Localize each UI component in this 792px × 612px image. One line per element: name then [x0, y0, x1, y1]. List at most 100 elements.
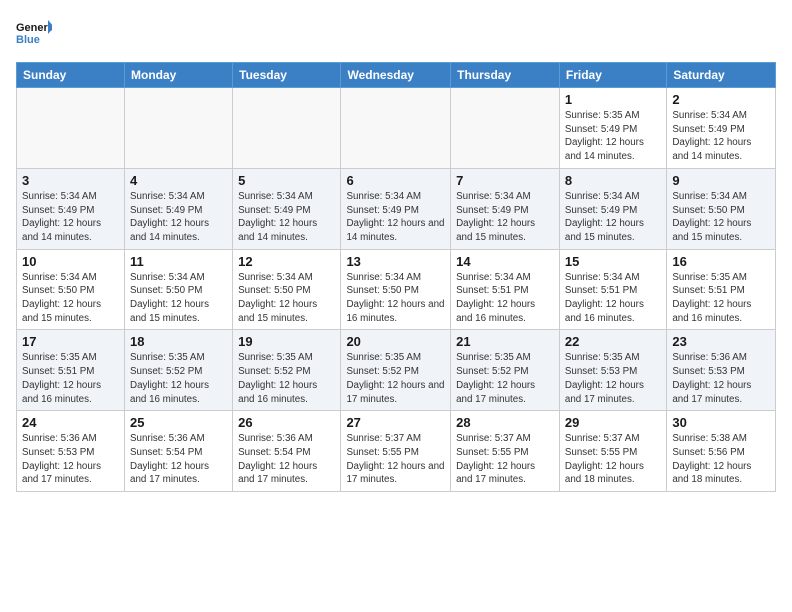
calendar-cell — [341, 88, 451, 169]
day-number: 20 — [346, 334, 445, 349]
calendar-cell: 29 Sunrise: 5:37 AMSunset: 5:55 PMDayligh… — [559, 411, 666, 492]
day-number: 13 — [346, 254, 445, 269]
calendar-cell: 5 Sunrise: 5:34 AMSunset: 5:49 PMDaylight… — [233, 168, 341, 249]
calendar-cell: 9Sunrise: 5:34 AMSunset: 5:50 PMDaylight… — [667, 168, 776, 249]
day-info: Sunrise: 5:34 AMSunset: 5:49 PMDaylight:… — [672, 109, 770, 164]
day-info: Sunrise: 5:35 AMSunset: 5:51 PMDaylight:… — [672, 271, 770, 326]
day-number: 8 — [565, 173, 661, 188]
day-info: Sunrise: 5:34 AMSunset: 5:50 PMDaylight:… — [346, 271, 445, 326]
calendar-week-row: 3 Sunrise: 5:34 AMSunset: 5:49 PMDaylight… — [17, 168, 776, 249]
day-info: Sunrise: 5:35 AMSunset: 5:53 PMDaylight:… — [565, 351, 661, 406]
day-info: Sunrise: 5:34 AMSunset: 5:50 PMDaylight:… — [22, 271, 119, 326]
calendar-week-row: 1 Sunrise: 5:35 AMSunset: 5:49 PMDaylight… — [17, 88, 776, 169]
column-header-monday: Monday — [125, 63, 233, 88]
day-number: 29 — [565, 415, 661, 430]
day-info: Sunrise: 5:35 AMSunset: 5:52 PMDaylight:… — [130, 351, 227, 406]
calendar-cell — [451, 88, 560, 169]
calendar-cell: 28Sunrise: 5:37 AMSunset: 5:55 PMDayligh… — [451, 411, 560, 492]
calendar-cell: 24 Sunrise: 5:36 AMSunset: 5:53 PMDayligh… — [17, 411, 125, 492]
day-info: Sunrise: 5:34 AMSunset: 5:50 PMDaylight:… — [130, 271, 227, 326]
day-number: 5 — [238, 173, 335, 188]
svg-text:Blue: Blue — [16, 34, 40, 46]
day-number: 15 — [565, 254, 661, 269]
column-header-friday: Friday — [559, 63, 666, 88]
day-info: Sunrise: 5:35 AMSunset: 5:52 PMDaylight:… — [346, 351, 445, 406]
day-info: Sunrise: 5:35 AMSunset: 5:49 PMDaylight:… — [565, 109, 661, 164]
column-header-thursday: Thursday — [451, 63, 560, 88]
calendar-cell: 17Sunrise: 5:35 AMSunset: 5:51 PMDayligh… — [17, 330, 125, 411]
day-number: 16 — [672, 254, 770, 269]
day-number: 14 — [456, 254, 554, 269]
calendar-cell: 14 Sunrise: 5:34 AMSunset: 5:51 PMDayligh… — [451, 249, 560, 330]
calendar-cell: 21 Sunrise: 5:35 AMSunset: 5:52 PMDayligh… — [451, 330, 560, 411]
calendar-cell: 6Sunrise: 5:34 AMSunset: 5:49 PMDaylight… — [341, 168, 451, 249]
day-number: 11 — [130, 254, 227, 269]
calendar-cell: 2Sunrise: 5:34 AMSunset: 5:49 PMDaylight… — [667, 88, 776, 169]
day-number: 22 — [565, 334, 661, 349]
day-number: 1 — [565, 92, 661, 107]
day-info: Sunrise: 5:34 AMSunset: 5:49 PMDaylight:… — [22, 190, 119, 245]
calendar-cell: 1 Sunrise: 5:35 AMSunset: 5:49 PMDaylight… — [559, 88, 666, 169]
calendar-cell: 30 Sunrise: 5:38 AMSunset: 5:56 PMDayligh… — [667, 411, 776, 492]
column-header-wednesday: Wednesday — [341, 63, 451, 88]
day-info: Sunrise: 5:34 AMSunset: 5:49 PMDaylight:… — [565, 190, 661, 245]
calendar-cell — [17, 88, 125, 169]
calendar-cell: 10 Sunrise: 5:34 AMSunset: 5:50 PMDayligh… — [17, 249, 125, 330]
day-info: Sunrise: 5:34 AMSunset: 5:49 PMDaylight:… — [456, 190, 554, 245]
calendar-cell: 4 Sunrise: 5:34 AMSunset: 5:49 PMDaylight… — [125, 168, 233, 249]
day-info: Sunrise: 5:34 AMSunset: 5:51 PMDaylight:… — [565, 271, 661, 326]
day-number: 3 — [22, 173, 119, 188]
day-number: 27 — [346, 415, 445, 430]
calendar-cell: 15 Sunrise: 5:34 AMSunset: 5:51 PMDayligh… — [559, 249, 666, 330]
svg-text:General: General — [16, 22, 52, 34]
column-header-sunday: Sunday — [17, 63, 125, 88]
calendar-cell: 22 Sunrise: 5:35 AMSunset: 5:53 PMDayligh… — [559, 330, 666, 411]
day-number: 4 — [130, 173, 227, 188]
calendar-cell: 20 Sunrise: 5:35 AMSunset: 5:52 PMDayligh… — [341, 330, 451, 411]
calendar-week-row: 10 Sunrise: 5:34 AMSunset: 5:50 PMDayligh… — [17, 249, 776, 330]
calendar-header-row: SundayMondayTuesdayWednesdayThursdayFrid… — [17, 63, 776, 88]
calendar-cell: 26Sunrise: 5:36 AMSunset: 5:54 PMDayligh… — [233, 411, 341, 492]
day-info: Sunrise: 5:36 AMSunset: 5:54 PMDaylight:… — [238, 432, 335, 487]
page-header: General Blue — [16, 16, 776, 52]
day-info: Sunrise: 5:35 AMSunset: 5:52 PMDaylight:… — [238, 351, 335, 406]
logo-svg: General Blue — [16, 16, 52, 52]
day-number: 18 — [130, 334, 227, 349]
day-info: Sunrise: 5:36 AMSunset: 5:54 PMDaylight:… — [130, 432, 227, 487]
calendar-week-row: 24 Sunrise: 5:36 AMSunset: 5:53 PMDayligh… — [17, 411, 776, 492]
column-header-tuesday: Tuesday — [233, 63, 341, 88]
day-info: Sunrise: 5:36 AMSunset: 5:53 PMDaylight:… — [22, 432, 119, 487]
calendar-cell: 18 Sunrise: 5:35 AMSunset: 5:52 PMDayligh… — [125, 330, 233, 411]
day-number: 10 — [22, 254, 119, 269]
calendar-cell: 12 Sunrise: 5:34 AMSunset: 5:50 PMDayligh… — [233, 249, 341, 330]
calendar-cell: 8 Sunrise: 5:34 AMSunset: 5:49 PMDaylight… — [559, 168, 666, 249]
column-header-saturday: Saturday — [667, 63, 776, 88]
logo: General Blue — [16, 16, 52, 52]
day-info: Sunrise: 5:37 AMSunset: 5:55 PMDaylight:… — [565, 432, 661, 487]
day-number: 25 — [130, 415, 227, 430]
day-info: Sunrise: 5:38 AMSunset: 5:56 PMDaylight:… — [672, 432, 770, 487]
day-number: 21 — [456, 334, 554, 349]
calendar-cell — [233, 88, 341, 169]
calendar-cell: 25 Sunrise: 5:36 AMSunset: 5:54 PMDayligh… — [125, 411, 233, 492]
calendar-week-row: 17Sunrise: 5:35 AMSunset: 5:51 PMDayligh… — [17, 330, 776, 411]
day-number: 7 — [456, 173, 554, 188]
day-info: Sunrise: 5:34 AMSunset: 5:49 PMDaylight:… — [130, 190, 227, 245]
day-info: Sunrise: 5:34 AMSunset: 5:49 PMDaylight:… — [238, 190, 335, 245]
day-number: 30 — [672, 415, 770, 430]
calendar-cell: 7 Sunrise: 5:34 AMSunset: 5:49 PMDaylight… — [451, 168, 560, 249]
day-number: 17 — [22, 334, 119, 349]
day-info: Sunrise: 5:34 AMSunset: 5:50 PMDaylight:… — [238, 271, 335, 326]
calendar-cell — [125, 88, 233, 169]
day-number: 24 — [22, 415, 119, 430]
day-number: 12 — [238, 254, 335, 269]
calendar-cell: 11 Sunrise: 5:34 AMSunset: 5:50 PMDayligh… — [125, 249, 233, 330]
calendar-cell: 3 Sunrise: 5:34 AMSunset: 5:49 PMDaylight… — [17, 168, 125, 249]
calendar-cell: 27Sunrise: 5:37 AMSunset: 5:55 PMDayligh… — [341, 411, 451, 492]
day-info: Sunrise: 5:35 AMSunset: 5:52 PMDaylight:… — [456, 351, 554, 406]
calendar-cell: 19Sunrise: 5:35 AMSunset: 5:52 PMDayligh… — [233, 330, 341, 411]
day-info: Sunrise: 5:34 AMSunset: 5:51 PMDaylight:… — [456, 271, 554, 326]
day-info: Sunrise: 5:34 AMSunset: 5:50 PMDaylight:… — [672, 190, 770, 245]
day-number: 28 — [456, 415, 554, 430]
day-number: 6 — [346, 173, 445, 188]
